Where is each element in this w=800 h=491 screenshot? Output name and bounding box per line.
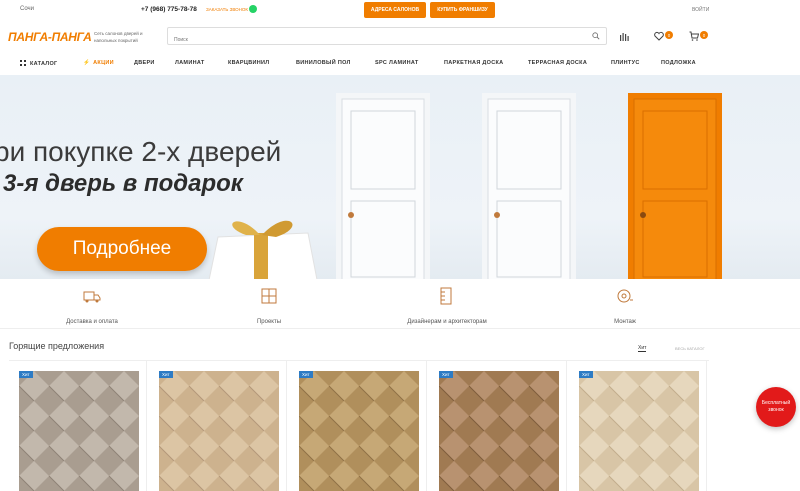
main-nav: Каталог ⚡ Акции Двери Ламинат Кварцвинил … <box>0 52 800 74</box>
nav-laminate[interactable]: Ламинат <box>175 60 205 66</box>
nav-catalog-label: Каталог <box>30 61 58 67</box>
phone-number[interactable]: +7 (968) 775-78-78 <box>141 6 197 13</box>
nav-catalog[interactable]: Каталог <box>20 60 57 67</box>
search-input[interactable] <box>168 32 606 48</box>
product-image <box>299 371 419 491</box>
truck-icon <box>83 291 101 303</box>
blueprint-icon <box>261 288 277 304</box>
nav-vinyl-floor[interactable]: Виниловый пол <box>296 60 351 66</box>
search-icon[interactable] <box>592 32 600 40</box>
cart-icon[interactable] <box>689 31 699 41</box>
white-door-image <box>482 93 576 279</box>
product-card[interactable]: Хит <box>289 361 427 491</box>
nav-promo-label: Акции <box>93 60 114 66</box>
free-call-line1: Бесплатный <box>761 400 791 406</box>
login-link[interactable]: Войти <box>692 7 709 13</box>
header: ПАНГА-ПАНГА Сеть салонов дверей и наполь… <box>0 22 800 52</box>
hit-badge: Хит <box>159 371 173 378</box>
salons-button[interactable]: Адреса салонов <box>364 2 426 18</box>
offers-title: Горящие предложения <box>9 341 105 351</box>
white-door-image <box>336 93 430 279</box>
product-card[interactable]: Хит <box>569 361 707 491</box>
hero-headline: ри покупке 2-х дверей <box>0 136 282 167</box>
nav-parquet[interactable]: Паркетная доска <box>444 60 503 66</box>
orange-door-image <box>628 93 722 279</box>
nav-promo[interactable]: ⚡ Акции <box>83 60 114 66</box>
free-call-button[interactable]: Бесплатный звонок <box>756 387 796 427</box>
whatsapp-icon[interactable] <box>249 5 257 13</box>
feature-label: Доставка и оплата <box>66 319 118 325</box>
hero-more-button[interactable]: Подробнее <box>37 227 207 271</box>
tape-measure-icon <box>617 289 633 303</box>
hero-banner[interactable]: ри покупке 2-х дверей 3-я дверь в подаро… <box>0 75 800 279</box>
cart-count-badge: 0 <box>700 31 708 39</box>
tab-all-catalog[interactable]: Весь каталог <box>675 346 705 351</box>
product-card[interactable]: Хит <box>9 361 147 491</box>
free-call-label: Бесплатный звонок <box>762 400 790 414</box>
product-card[interactable]: Хит <box>429 361 567 491</box>
hero-subheadline: 3-я дверь в подарок <box>3 170 243 197</box>
nav-underlay[interactable]: Подложка <box>661 60 696 66</box>
feature-projects[interactable]: Проекты <box>209 287 329 328</box>
search-box <box>167 27 607 48</box>
free-call-line2: звонок <box>768 407 784 413</box>
product-cards: Хит Хит Хит Хит Хит <box>9 360 709 491</box>
feature-label: Монтаж <box>614 319 636 325</box>
features-bar: Доставка и оплата Проекты Дизайнерам и а… <box>0 279 800 329</box>
fire-icon: ⚡ <box>83 60 91 66</box>
logo[interactable]: ПАНГА-ПАНГА <box>8 30 92 44</box>
logo-tagline: Сеть салонов дверей и напольных покрытий <box>94 31 143 43</box>
product-image <box>159 371 279 491</box>
nav-plinth[interactable]: Плинтус <box>611 60 640 66</box>
nav-terrace[interactable]: Террасная доска <box>528 60 587 66</box>
product-image <box>19 371 139 491</box>
hit-badge: Хит <box>439 371 453 378</box>
feature-label: Дизайнерам и архитекторам <box>407 319 487 325</box>
hit-badge: Хит <box>299 371 313 378</box>
gift-box-image <box>208 220 318 279</box>
hit-badge: Хит <box>579 371 593 378</box>
feature-delivery[interactable]: Доставка и оплата <box>32 287 152 328</box>
feature-designers[interactable]: Дизайнерам и архитекторам <box>387 287 507 328</box>
favorites-count-badge: 0 <box>665 31 673 39</box>
nav-doors[interactable]: Двери <box>134 60 155 66</box>
product-card[interactable]: Хит <box>149 361 287 491</box>
product-image <box>439 371 559 491</box>
nav-quartz-vinyl[interactable]: Кварцвинил <box>228 60 269 66</box>
callback-link[interactable]: заказать звонок <box>206 7 248 12</box>
nav-spc-laminate[interactable]: SPC ламинат <box>375 60 419 66</box>
hit-badge: Хит <box>19 371 33 378</box>
grid-icon <box>20 60 26 66</box>
franchise-button[interactable]: Купить франшизу <box>430 2 495 18</box>
feature-installation[interactable]: Монтаж <box>565 287 685 328</box>
product-image <box>579 371 699 491</box>
feature-label: Проекты <box>256 319 282 325</box>
ruler-icon <box>440 287 452 305</box>
compare-icon[interactable] <box>619 31 629 41</box>
heart-icon[interactable] <box>654 31 664 41</box>
tab-hit[interactable]: Хит <box>638 345 647 352</box>
top-bar: Сочи +7 (968) 775-78-78 заказать звонок … <box>0 0 800 22</box>
city-selector[interactable]: Сочи <box>20 6 34 12</box>
